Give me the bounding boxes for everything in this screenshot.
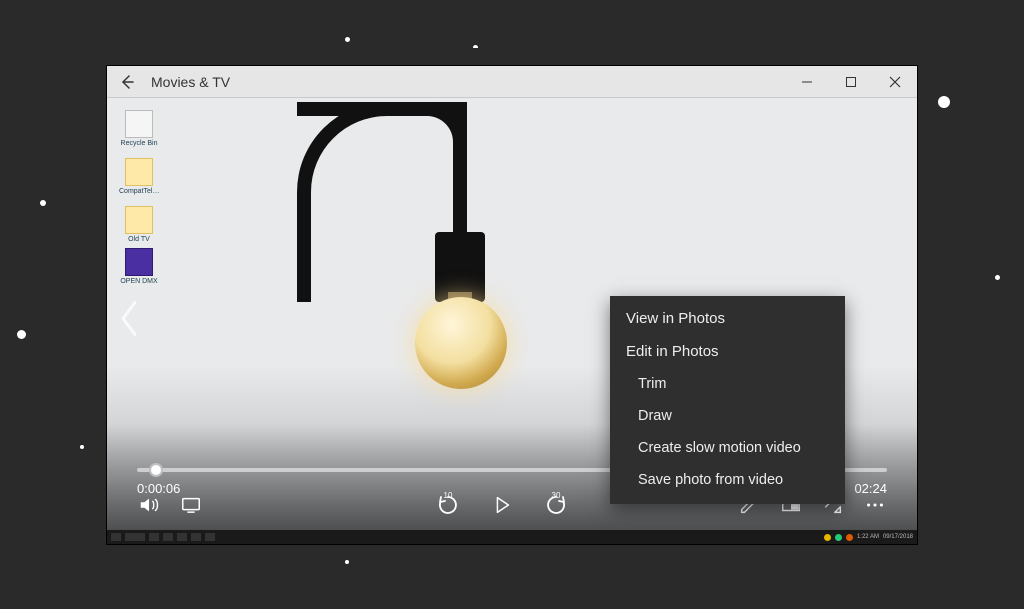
skip-back-button[interactable]: 10 xyxy=(436,493,460,517)
more-icon xyxy=(864,494,886,516)
menu-edit-in-photos[interactable]: Edit in Photos xyxy=(610,335,845,368)
decorative-dot xyxy=(40,200,46,206)
decorative-dot xyxy=(80,445,84,449)
previous-icon xyxy=(117,299,141,339)
taskbar-app[interactable] xyxy=(191,533,201,541)
close-button[interactable] xyxy=(873,66,917,98)
maximize-button[interactable] xyxy=(829,66,873,98)
menu-create-slowmo[interactable]: Create slow motion video xyxy=(610,432,845,464)
edit-context-menu: View in Photos Edit in Photos Trim Draw … xyxy=(610,296,845,504)
screenshot-card: Movies & TV Recycle Bin CompatTel… Old T… xyxy=(94,48,931,545)
taskbar-app[interactable] xyxy=(163,533,173,541)
video-area[interactable]: Recycle Bin CompatTel… Old TV OPEN DMX xyxy=(107,98,917,544)
tray-icon[interactable] xyxy=(835,534,842,541)
video-content-lamp xyxy=(297,98,597,462)
more-button[interactable] xyxy=(863,493,887,517)
maximize-icon xyxy=(845,76,857,88)
window-buttons xyxy=(785,66,917,98)
start-button[interactable] xyxy=(111,533,121,541)
decorative-dot xyxy=(995,275,1000,280)
menu-trim[interactable]: Trim xyxy=(610,368,845,400)
close-icon xyxy=(889,76,901,88)
play-icon xyxy=(491,494,513,516)
decorative-dot xyxy=(17,330,26,339)
volume-button[interactable] xyxy=(137,493,161,517)
desktop-icon-recycle-bin: Recycle Bin xyxy=(119,110,159,147)
tray-icon[interactable] xyxy=(846,534,853,541)
taskbar-search[interactable] xyxy=(125,533,145,541)
desktop-icon-label: Old TV xyxy=(128,236,150,243)
decorative-dot xyxy=(345,37,350,42)
menu-view-in-photos[interactable]: View in Photos xyxy=(610,302,845,335)
seek-knob[interactable] xyxy=(149,463,163,477)
windows-taskbar: 1:22 AM 09/17/2018 xyxy=(107,530,917,544)
menu-draw[interactable]: Draw xyxy=(610,400,845,432)
desktop-icon-app: OPEN DMX xyxy=(119,248,159,285)
skip-fwd-amount: 30 xyxy=(552,491,561,500)
app-title: Movies & TV xyxy=(147,74,230,90)
skip-forward-button[interactable]: 30 xyxy=(544,493,568,517)
taskbar-app[interactable] xyxy=(205,533,215,541)
cast-button[interactable] xyxy=(179,493,203,517)
prev-video-button[interactable] xyxy=(117,299,141,344)
decorative-dot xyxy=(938,96,950,108)
desktop-icon-folder: CompatTel… xyxy=(119,158,159,195)
back-button[interactable] xyxy=(107,66,147,98)
taskbar-date: 09/17/2018 xyxy=(883,534,913,540)
minimize-icon xyxy=(801,76,813,88)
titlebar: Movies & TV xyxy=(107,66,917,98)
taskbar-app[interactable] xyxy=(177,533,187,541)
desktop-icon-label: Recycle Bin xyxy=(121,140,158,147)
tray-icon[interactable] xyxy=(824,534,831,541)
decorative-dot xyxy=(345,560,349,564)
desktop-icon-folder: Old TV xyxy=(119,206,159,243)
taskbar-left xyxy=(107,533,215,541)
volume-icon xyxy=(138,494,160,516)
taskbar-app[interactable] xyxy=(149,533,159,541)
cast-icon xyxy=(180,494,202,516)
desktop-icon-label: CompatTel… xyxy=(119,188,159,195)
app-window: Movies & TV Recycle Bin CompatTel… Old T… xyxy=(107,66,917,544)
menu-save-photo[interactable]: Save photo from video xyxy=(610,464,845,496)
desktop-icon-label: OPEN DMX xyxy=(120,278,157,285)
taskbar-time: 1:22 AM xyxy=(857,534,879,540)
play-button[interactable] xyxy=(490,493,514,517)
back-icon xyxy=(119,74,135,90)
minimize-button[interactable] xyxy=(785,66,829,98)
skip-back-amount: 10 xyxy=(444,491,453,500)
taskbar-tray: 1:22 AM 09/17/2018 xyxy=(824,534,917,541)
